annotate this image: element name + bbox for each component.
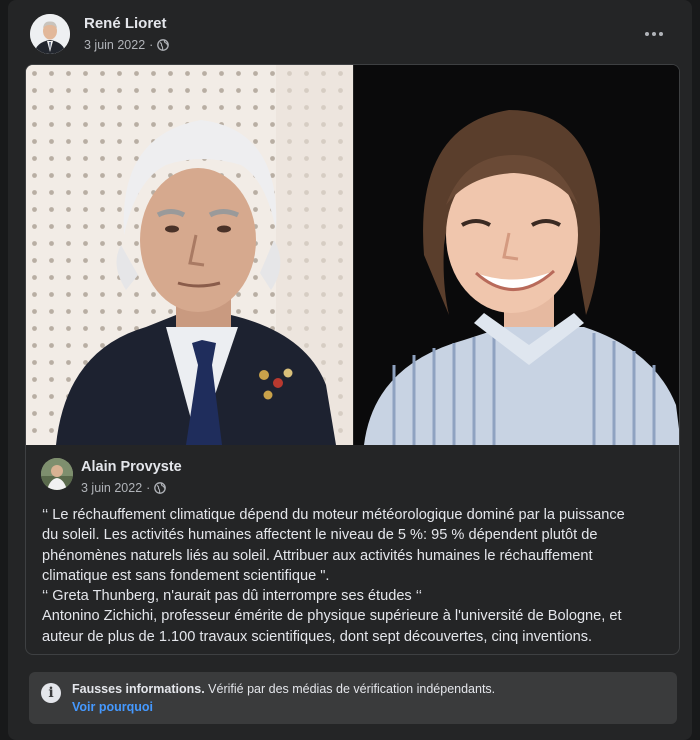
shared-post-card[interactable]: Alain Provyste 3 juin 2022 · ‘‘ Le récha…: [25, 64, 680, 655]
shared-post-meta: 3 juin 2022 ·: [81, 481, 167, 495]
post-date[interactable]: 3 juin 2022: [84, 38, 145, 52]
author-avatar[interactable]: [30, 14, 70, 54]
meta-separator: ·: [149, 38, 154, 52]
ellipsis-dot: [659, 32, 663, 36]
globe-icon: [157, 39, 170, 51]
ellipsis-dot: [645, 32, 649, 36]
info-icon: i: [41, 683, 61, 703]
more-options-button[interactable]: [642, 22, 666, 46]
shared-author-avatar[interactable]: [41, 458, 73, 490]
meta-separator: ·: [146, 481, 151, 495]
text-line: ‘‘ Greta Thunberg, n'aurait pas dû inter…: [42, 588, 423, 605]
text-line: ‘‘ Le réchauffement climatique dépend du…: [42, 507, 625, 523]
ellipsis-dot: [652, 32, 656, 36]
text-line: climatique est sans fondement scientifiq…: [42, 567, 330, 584]
shared-post-author[interactable]: Alain Provyste: [81, 459, 182, 475]
text-line: du soleil. Les activités humaines affect…: [42, 527, 598, 544]
facebook-post: René Lioret 3 juin 2022 · Alain Provyste…: [8, 0, 692, 740]
text-line: Antonino Zichichi, professeur émérite de…: [42, 608, 622, 625]
text-line: auteur de plus de 1.100 travaux scientif…: [42, 628, 593, 645]
globe-icon: [154, 482, 167, 494]
fact-check-title: Fausses informations.: [72, 682, 205, 696]
fact-check-description: Vérifié par des médias de vérification i…: [208, 682, 496, 696]
photo-young-woman[interactable]: [354, 65, 679, 445]
fact-check-notice: i Fausses informations. Vérifié par des …: [29, 672, 677, 724]
fact-check-line: Fausses informations. Vérifié par des mé…: [72, 682, 495, 696]
shared-post-date[interactable]: 3 juin 2022: [81, 481, 142, 495]
post-author[interactable]: René Lioret: [84, 15, 167, 32]
see-why-link[interactable]: Voir pourquoi: [72, 700, 153, 714]
shared-post-text: ‘‘ Le réchauffement climatique dépend du…: [42, 505, 662, 647]
photo-elderly-man[interactable]: [26, 65, 353, 445]
text-line: phénomènes naturels liés au soleil. Attr…: [42, 547, 593, 564]
post-meta: 3 juin 2022 ·: [84, 38, 170, 52]
